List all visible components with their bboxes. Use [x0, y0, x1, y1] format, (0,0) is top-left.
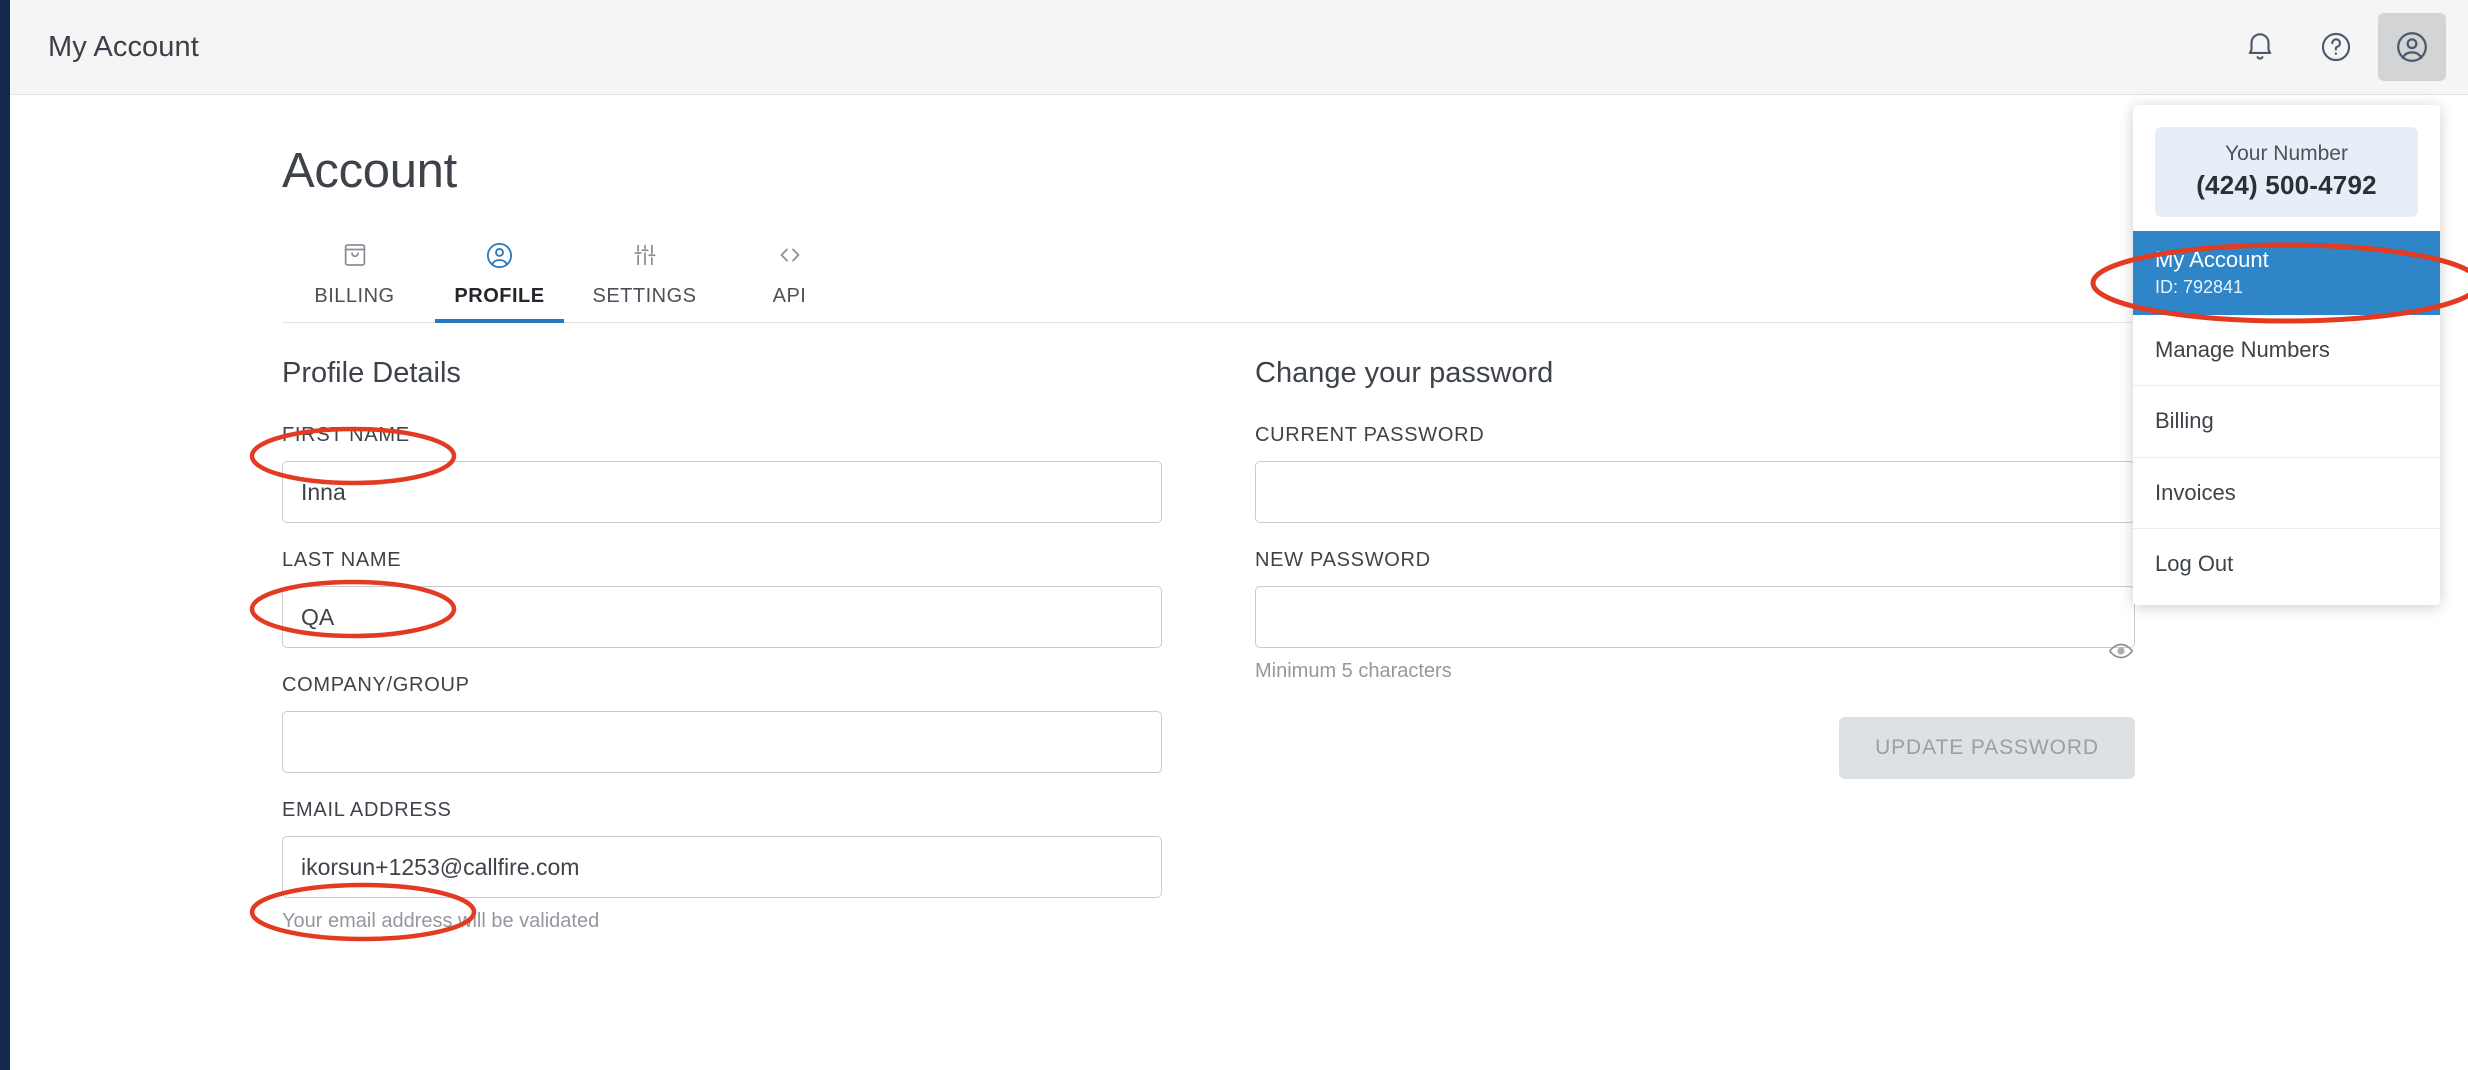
email-address-hint: Your email address will be validated — [282, 910, 1182, 933]
first-name-input[interactable] — [282, 461, 1162, 523]
shopping-bag-icon — [340, 237, 370, 273]
account-dropdown-menu: Your Number (424) 500-4792 My Account ID… — [2133, 105, 2440, 605]
email-address-input[interactable] — [282, 836, 1162, 898]
account-tabs: BILLING PROFILE — [282, 223, 2282, 323]
tab-profile[interactable]: PROFILE — [427, 222, 572, 322]
notifications-bell-icon[interactable] — [2226, 13, 2294, 81]
sliders-icon — [630, 237, 660, 273]
page-content: Account BILLING — [10, 95, 2468, 1070]
tab-profile-label: PROFILE — [454, 285, 544, 308]
your-number-box: Your Number (424) 500-4792 — [2155, 127, 2418, 217]
log-out-menu-item[interactable]: Log Out — [2133, 529, 2440, 599]
tab-settings-label: SETTINGS — [592, 285, 696, 308]
left-nav-rail — [0, 0, 10, 1070]
first-name-label: FIRST NAME — [282, 424, 1182, 447]
new-password-field: NEW PASSWORD Minimum 5 characters — [1255, 549, 2155, 683]
new-password-input[interactable] — [1255, 586, 2135, 648]
account-avatar-icon[interactable] — [2378, 13, 2446, 81]
current-password-field: CURRENT PASSWORD — [1255, 424, 2155, 523]
header-actions — [2218, 0, 2468, 94]
last-name-input[interactable] — [282, 586, 1162, 648]
eye-icon[interactable] — [2107, 637, 2135, 665]
tab-api[interactable]: API — [717, 222, 862, 322]
tab-api-label: API — [773, 285, 807, 308]
company-group-label: COMPANY/GROUP — [282, 674, 1182, 697]
new-password-hint: Minimum 5 characters — [1255, 660, 2155, 683]
profile-section-title: Profile Details — [282, 357, 1182, 390]
update-password-button[interactable]: UPDATE PASSWORD — [1839, 717, 2135, 779]
your-number-value: (424) 500-4792 — [2165, 170, 2408, 201]
billing-menu-item[interactable]: Billing — [2133, 386, 2440, 457]
help-question-icon[interactable] — [2302, 13, 2370, 81]
last-name-field: LAST NAME — [282, 549, 1182, 648]
current-password-label: CURRENT PASSWORD — [1255, 424, 2155, 447]
profile-details-section: Profile Details FIRST NAME LAST NAME COM… — [282, 357, 1182, 959]
top-header: My Account — [10, 0, 2468, 95]
new-password-label: NEW PASSWORD — [1255, 549, 2155, 572]
your-number-label: Your Number — [2165, 141, 2408, 167]
code-brackets-icon — [775, 237, 805, 273]
company-group-field: COMPANY/GROUP — [282, 674, 1182, 773]
first-name-field: FIRST NAME — [282, 424, 1182, 523]
tab-settings[interactable]: SETTINGS — [572, 222, 717, 322]
update-password-row: UPDATE PASSWORD — [1255, 717, 2135, 779]
manage-numbers-menu-item[interactable]: Manage Numbers — [2133, 315, 2440, 386]
current-password-input[interactable] — [1255, 461, 2135, 523]
company-group-input[interactable] — [282, 711, 1162, 773]
tab-billing[interactable]: BILLING — [282, 222, 427, 322]
tab-billing-label: BILLING — [314, 285, 394, 308]
email-address-label: EMAIL ADDRESS — [282, 799, 1182, 822]
last-name-label: LAST NAME — [282, 549, 1182, 572]
email-address-field: EMAIL ADDRESS Your email address will be… — [282, 799, 1182, 933]
user-circle-icon — [484, 237, 515, 273]
page-title: Account — [282, 143, 457, 199]
password-section-title: Change your password — [1255, 357, 2155, 390]
my-account-menu-item[interactable]: My Account ID: 792841 — [2133, 231, 2440, 315]
change-password-section: Change your password CURRENT PASSWORD NE… — [1255, 357, 2155, 779]
invoices-menu-item[interactable]: Invoices — [2133, 458, 2440, 529]
header-title: My Account — [48, 31, 199, 64]
app-root: My Account — [0, 0, 2468, 1070]
my-account-menu-id: ID: 792841 — [2155, 278, 2418, 298]
my-account-menu-label: My Account — [2155, 247, 2269, 272]
